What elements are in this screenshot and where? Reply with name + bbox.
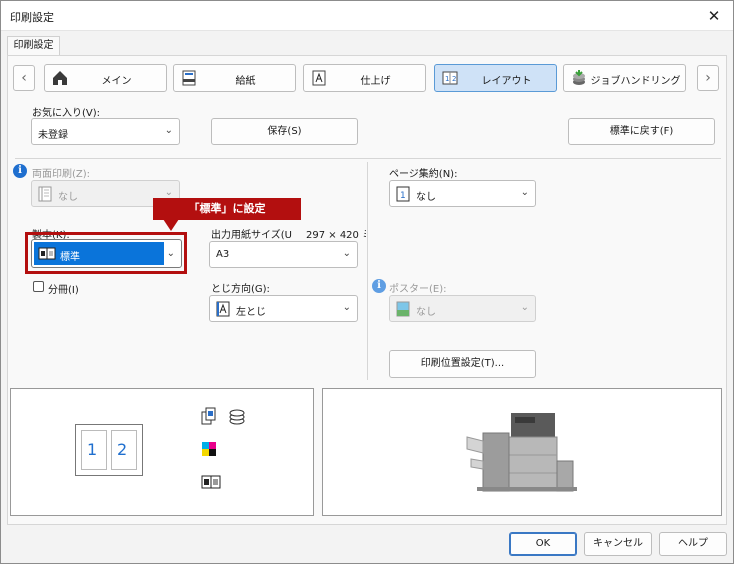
- duplex-label: 両面印刷(Z):: [32, 169, 91, 180]
- tab-job-handling[interactable]: ジョブハンドリング: [563, 64, 686, 92]
- chevron-down-icon: ⌄: [342, 248, 351, 259]
- svg-text:1: 1: [445, 75, 449, 83]
- svg-text:1: 1: [400, 191, 406, 201]
- info-icon: i: [13, 164, 27, 178]
- layout-icon: 1 2: [442, 71, 458, 85]
- chevron-down-icon: ⌄: [342, 302, 351, 313]
- tab-finishing-label: 仕上げ: [360, 76, 391, 87]
- home-icon: [53, 71, 67, 85]
- layout-preview-pane: 1 2: [10, 388, 314, 516]
- tab-job-handling-label: ジョブハンドリング: [590, 76, 681, 87]
- reset-defaults-button[interactable]: 標準に戻す(F): [568, 118, 715, 145]
- job-handling-icon: [573, 70, 585, 85]
- chevron-down-icon: ⌄: [166, 248, 175, 259]
- chevron-down-icon: ⌄: [164, 125, 173, 136]
- favorites-label: お気に入り(V):: [32, 108, 101, 119]
- preview-page-2: 2: [117, 440, 128, 459]
- help-button[interactable]: ヘルプ: [659, 532, 727, 556]
- print-settings-dialog: 印刷設定 ✕ 印刷設定 ‹ メイン 給紙 仕上げ 1 2 レイアウト ジョブハン…: [0, 0, 734, 564]
- chevron-down-icon: ⌄: [164, 187, 173, 198]
- callout-pointer: [163, 219, 179, 231]
- nav-next-button[interactable]: ›: [697, 65, 719, 91]
- duplex-page-icon: [38, 186, 52, 202]
- bind-direction-select[interactable]: 左とじ ⌄: [209, 295, 358, 322]
- finishing-icon: [312, 70, 326, 86]
- close-icon[interactable]: ✕: [703, 5, 725, 27]
- section-divider: [15, 158, 721, 159]
- split-label: 分冊(I): [48, 285, 79, 296]
- tab-main[interactable]: メイン: [44, 64, 167, 92]
- output-size-note: 297 × 420 ミリ: [306, 230, 366, 241]
- booklet-preview: 1 2: [75, 424, 143, 476]
- output-size-label: 出力用紙サイズ(U: [211, 230, 292, 241]
- title-bar: 印刷設定 ✕: [1, 1, 733, 31]
- booklet-icon: [38, 247, 56, 260]
- chevron-down-icon: ⌄: [520, 187, 529, 198]
- bind-direction-label: とじ方向(G):: [211, 284, 270, 295]
- poster-label: ポスター(E):: [389, 284, 447, 295]
- window-title: 印刷設定: [10, 11, 54, 24]
- output-size-value: A3: [216, 249, 230, 260]
- tab-paper[interactable]: 給紙: [173, 64, 296, 92]
- poster-value: なし: [416, 307, 436, 318]
- stack-icon: [229, 409, 245, 425]
- print-position-button[interactable]: 印刷位置設定(T)...: [389, 350, 536, 378]
- duplex-value: なし: [58, 192, 78, 203]
- single-page-icon: 1: [396, 186, 410, 202]
- callout-annotation: 「標準」に設定: [153, 198, 301, 220]
- booklet-icon: [201, 475, 221, 489]
- info-icon: i: [372, 279, 386, 293]
- save-button[interactable]: 保存(S): [211, 118, 358, 145]
- cancel-button[interactable]: キャンセル: [584, 532, 652, 556]
- printer-icon: [466, 413, 577, 492]
- color-mode-icon: [202, 442, 216, 456]
- copies-icon: [201, 407, 216, 425]
- tab-finishing[interactable]: 仕上げ: [303, 64, 426, 92]
- svg-text:2: 2: [452, 75, 456, 83]
- favorites-select[interactable]: 未登録 ⌄: [31, 118, 180, 145]
- binding-select[interactable]: 標準 ⌄: [31, 239, 182, 268]
- tab-paper-label: 給紙: [235, 76, 256, 87]
- nav-prev-button[interactable]: ‹: [13, 65, 35, 91]
- ok-button[interactable]: OK: [509, 532, 577, 556]
- chevron-down-icon: ⌄: [520, 302, 529, 313]
- printer-preview-pane: [322, 388, 722, 516]
- tab-print-settings[interactable]: 印刷設定: [7, 36, 60, 55]
- tab-layout[interactable]: 1 2 レイアウト: [434, 64, 557, 92]
- output-size-select[interactable]: A3 ⌄: [209, 241, 358, 268]
- n-up-value: なし: [416, 192, 436, 203]
- binding-value: 標準: [60, 252, 80, 263]
- tab-main-label: メイン: [101, 76, 132, 87]
- n-up-label: ページ集約(N):: [389, 169, 458, 180]
- poster-select: なし ⌄: [389, 295, 536, 322]
- split-checkbox[interactable]: [33, 281, 44, 292]
- favorites-value: 未登録: [38, 130, 68, 141]
- preview-page-1: 1: [87, 440, 98, 459]
- tab-layout-label: レイアウト: [481, 76, 532, 87]
- left-binding-icon: [216, 301, 230, 317]
- column-divider: [367, 162, 368, 380]
- paper-tray-icon: [182, 70, 196, 86]
- poster-icon: [396, 301, 410, 317]
- bind-direction-value: 左とじ: [236, 307, 266, 318]
- n-up-select[interactable]: 1 なし ⌄: [389, 180, 536, 207]
